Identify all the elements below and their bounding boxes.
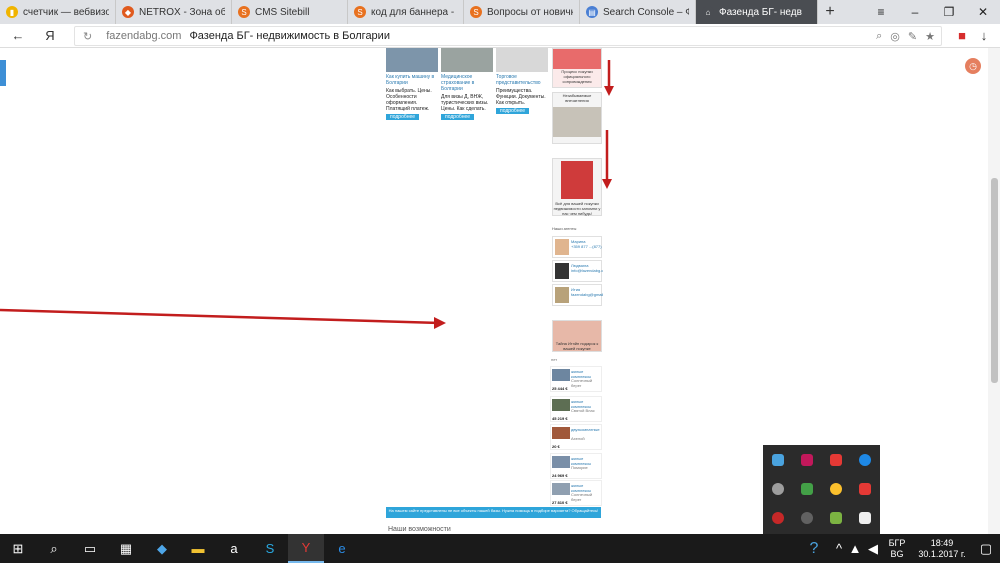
- tab-favicon-icon: ▮: [6, 6, 18, 18]
- tray-app-icon[interactable]: [763, 445, 792, 474]
- clock-icon[interactable]: ◷: [965, 58, 981, 74]
- tab-favicon-icon: S: [238, 6, 250, 18]
- back-icon[interactable]: ←: [6, 28, 30, 43]
- skype-icon[interactable]: S: [252, 534, 288, 563]
- tab-favicon-icon: ◆: [122, 6, 134, 18]
- tray-app-icon[interactable]: [821, 445, 850, 474]
- browser-tab[interactable]: S CMS Sitebill: [232, 0, 348, 24]
- language-indicator[interactable]: БГР BG: [882, 538, 912, 560]
- tray-app-icon[interactable]: [850, 474, 879, 503]
- start-button[interactable]: ⊞: [0, 534, 36, 563]
- help-icon[interactable]: ?: [796, 534, 832, 563]
- shield-icon[interactable]: [850, 503, 879, 532]
- star-icon[interactable]: ★: [925, 30, 935, 43]
- browser-tab-active[interactable]: ⌂ Фазенда БГ- недв: [696, 0, 818, 24]
- scrollbar-thumb[interactable]: [991, 178, 998, 383]
- file-explorer-icon[interactable]: ▬: [180, 534, 216, 563]
- browser-tab[interactable]: ◆ NETROX - Зона общ: [116, 0, 232, 24]
- scrollbar[interactable]: [988, 48, 1000, 534]
- network-icon[interactable]: ▲: [846, 534, 864, 563]
- tray-app-icon[interactable]: [763, 503, 792, 532]
- cloud-icon[interactable]: [763, 474, 792, 503]
- task-view-icon[interactable]: ▭: [72, 534, 108, 563]
- tab-favicon-icon: S: [354, 6, 366, 18]
- action-center-icon[interactable]: ▢: [972, 534, 1000, 563]
- store-icon[interactable]: ▦: [108, 534, 144, 563]
- tray-app-icon[interactable]: [792, 503, 821, 532]
- clock[interactable]: 18:49 30.1.2017 г.: [912, 538, 972, 560]
- refresh-icon[interactable]: ↻: [83, 30, 92, 43]
- yandex-browser-icon[interactable]: Y: [288, 534, 324, 563]
- tray-app-icon[interactable]: [792, 474, 821, 503]
- section-heading: Наши возможности: [388, 526, 451, 533]
- arrow-line: [0, 308, 441, 325]
- maximize-button[interactable]: ❐: [932, 0, 966, 24]
- info-banner[interactable]: На нашем сайте представлены не все объек…: [386, 507, 601, 518]
- extension-icon[interactable]: ■: [950, 28, 974, 43]
- amazon-icon[interactable]: a: [216, 534, 252, 563]
- volume-icon[interactable]: ◀: [864, 534, 882, 563]
- browser-tab[interactable]: Sкод для баннера - П: [348, 0, 464, 24]
- url-domain: fazendabg.com: [106, 30, 182, 42]
- dropbox-icon[interactable]: ◆: [144, 534, 180, 563]
- page-title: Фазенда БГ- недвижимость в Болгарии: [189, 30, 390, 42]
- taskbar: ⊞ ⌕ ▭ ▦ ◆ ▬ a S Y e ? ^ ▲ ◀ БГР BG 18:49…: [0, 534, 1000, 563]
- arrow-head: [602, 179, 612, 189]
- bluetooth-icon[interactable]: [850, 445, 879, 474]
- tray-app-icon[interactable]: [821, 474, 850, 503]
- arrow-head: [434, 317, 446, 329]
- protect-icon[interactable]: ◎: [890, 30, 900, 43]
- browser-tab[interactable]: ▤ Search Console – Фа: [580, 0, 696, 24]
- window-controls: ≡ – ❐ ✕: [864, 0, 1000, 24]
- tab-favicon-icon: ▤: [586, 6, 598, 18]
- menu-icon[interactable]: ≡: [864, 0, 898, 24]
- tray-app-icon[interactable]: [792, 445, 821, 474]
- chevron-up-icon[interactable]: ^: [832, 534, 846, 563]
- url-field[interactable]: ↻ fazendabg.com Фазенда БГ- недвижимость…: [74, 26, 942, 46]
- home-icon: ⌂: [702, 6, 714, 18]
- new-tab-button[interactable]: +: [818, 0, 842, 24]
- address-bar: ← Я ↻ fazendabg.com Фазенда БГ- недвижим…: [0, 24, 1000, 48]
- tab-favicon-icon: S: [470, 6, 482, 18]
- edge-icon[interactable]: e: [324, 534, 360, 563]
- yandex-logo-icon[interactable]: Я: [38, 28, 62, 43]
- search-icon[interactable]: ⌕: [876, 30, 882, 43]
- notification-area: ? ^ ▲ ◀ БГР BG 18:49 30.1.2017 г. ▢: [796, 534, 1000, 563]
- download-icon[interactable]: ↓: [972, 28, 996, 43]
- pen-icon[interactable]: ✎: [908, 30, 917, 43]
- arrow-head: [604, 86, 614, 96]
- close-button[interactable]: ✕: [966, 0, 1000, 24]
- tray-overflow: [763, 445, 880, 535]
- tab-bar: ▮ счетчик — вебвизор ◆ NETROX - Зона общ S…: [0, 0, 1000, 24]
- browser-tab[interactable]: ▮ счетчик — вебвизор: [0, 0, 116, 24]
- tray-app-icon[interactable]: [821, 503, 850, 532]
- side-widget[interactable]: [0, 60, 6, 86]
- search-icon[interactable]: ⌕: [36, 534, 72, 563]
- minimize-button[interactable]: –: [898, 0, 932, 24]
- browser-tab[interactable]: S Вопросы от новичк: [464, 0, 580, 24]
